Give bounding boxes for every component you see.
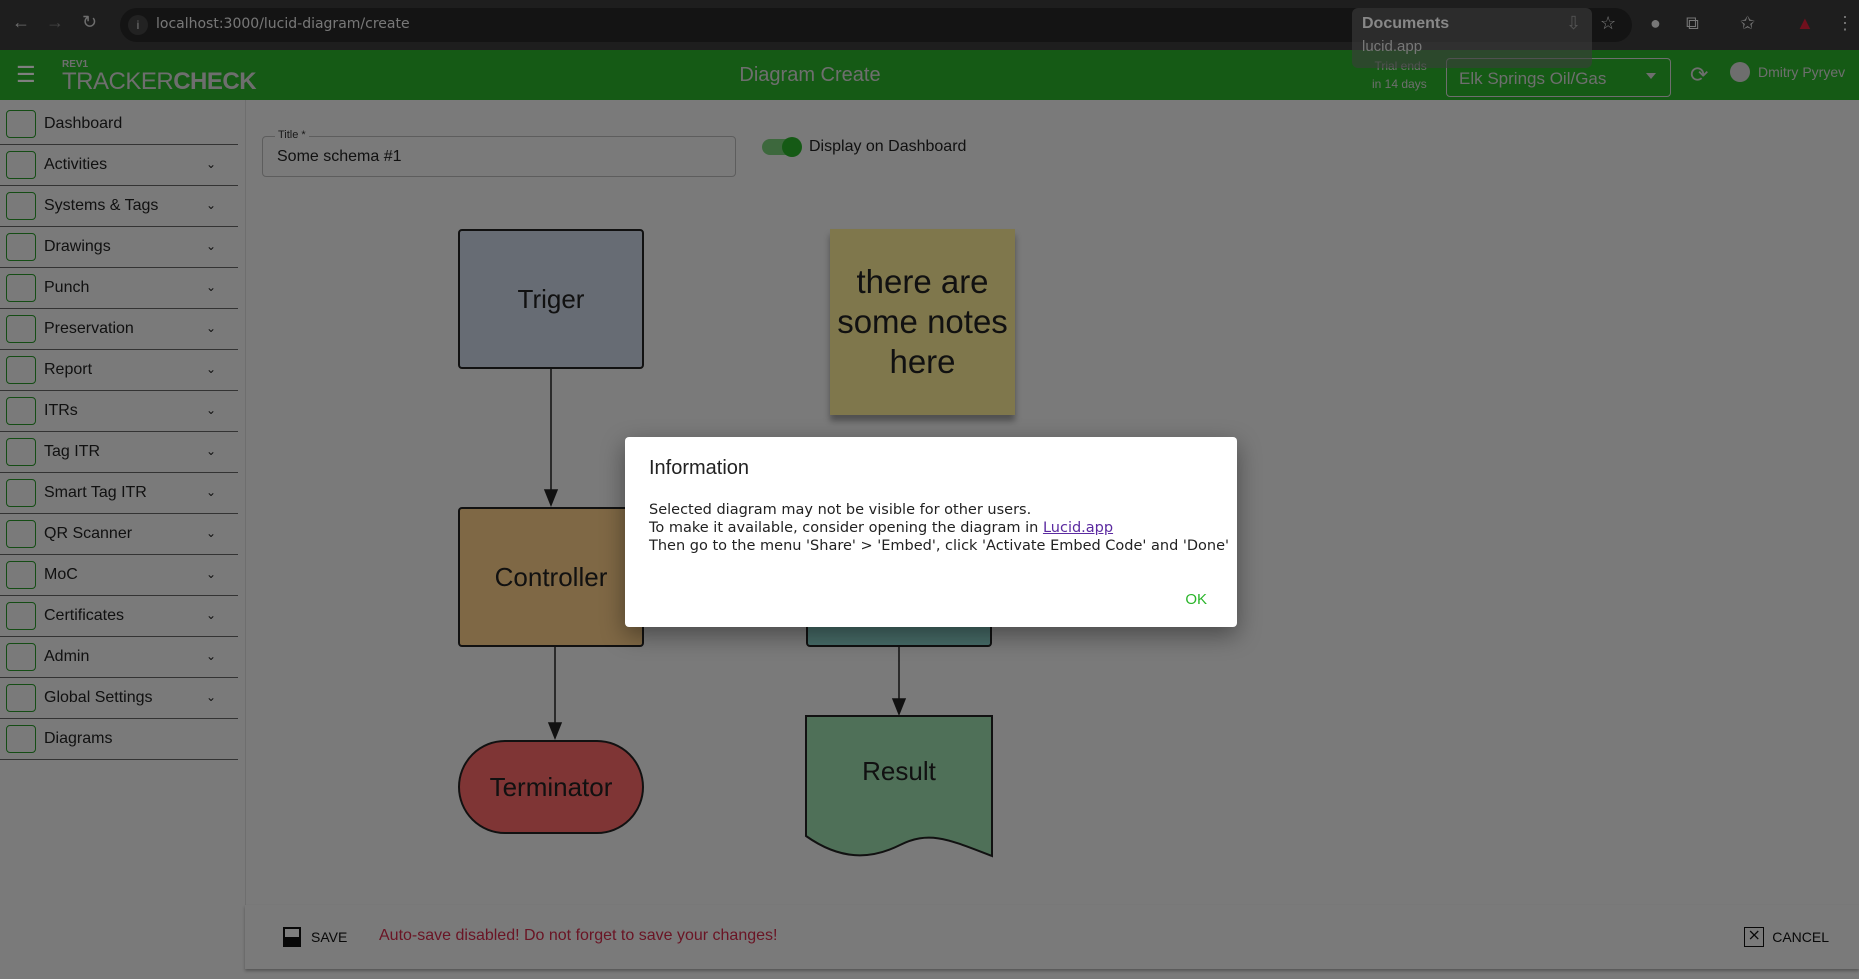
information-dialog: Information Selected diagram may not be … — [625, 437, 1237, 627]
dialog-line: To make it available, consider opening t… — [649, 520, 1043, 536]
tab-tooltip: Documents lucid.app — [1352, 8, 1592, 68]
dialog-line: Selected diagram may not be visible for … — [649, 502, 1032, 518]
tooltip-subtitle: lucid.app — [1362, 38, 1423, 55]
dialog-title: Information — [649, 457, 750, 479]
dialog-body: Selected diagram may not be visible for … — [649, 501, 1229, 555]
ok-button[interactable]: OK — [1185, 591, 1207, 608]
tooltip-title: Documents — [1362, 15, 1450, 32]
dialog-line: Then go to the menu 'Share' > 'Embed', c… — [649, 538, 1230, 554]
lucid-app-link[interactable]: Lucid.app — [1043, 520, 1113, 536]
